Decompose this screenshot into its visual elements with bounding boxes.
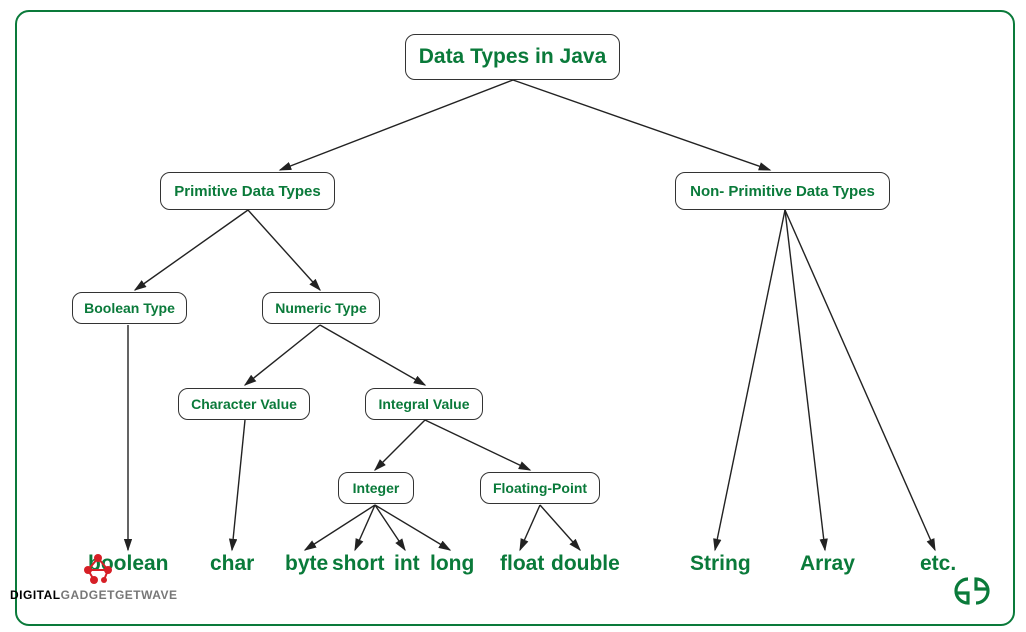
leaf-byte: byte (285, 552, 328, 576)
node-root: Data Types in Java (405, 34, 620, 80)
node-character-value-label: Character Value (191, 396, 297, 412)
node-primitive-label: Primitive Data Types (174, 183, 320, 200)
gfg-logo (942, 573, 1002, 614)
node-integer-label: Integer (353, 480, 400, 496)
node-character-value: Character Value (178, 388, 310, 420)
leaf-short: short (332, 552, 385, 576)
watermark-brand1: DIGITAL (10, 588, 61, 602)
leaf-long: long (430, 552, 474, 576)
node-nonprimitive-label: Non- Primitive Data Types (690, 183, 875, 200)
watermark-text: DIGITALGADGETGETWAVE (10, 588, 178, 602)
node-boolean-type-label: Boolean Type (84, 300, 175, 316)
leaf-float: float (500, 552, 544, 576)
leaf-array: Array (800, 552, 855, 576)
leaf-int: int (394, 552, 420, 576)
node-boolean-type: Boolean Type (72, 292, 187, 324)
node-floating: Floating-Point (480, 472, 600, 504)
node-primitive: Primitive Data Types (160, 172, 335, 210)
node-root-label: Data Types in Java (419, 45, 607, 69)
node-numeric-type: Numeric Type (262, 292, 380, 324)
network-icon (80, 550, 116, 586)
node-integral-value-label: Integral Value (378, 396, 469, 412)
watermark-brand2: GADGETGETWAVE (61, 588, 178, 602)
node-integral-value: Integral Value (365, 388, 483, 420)
node-floating-label: Floating-Point (493, 480, 587, 496)
node-numeric-type-label: Numeric Type (275, 300, 367, 316)
node-integer: Integer (338, 472, 414, 504)
leaf-char: char (210, 552, 254, 576)
leaf-string: String (690, 552, 751, 576)
node-nonprimitive: Non- Primitive Data Types (675, 172, 890, 210)
leaf-double: double (551, 552, 620, 576)
